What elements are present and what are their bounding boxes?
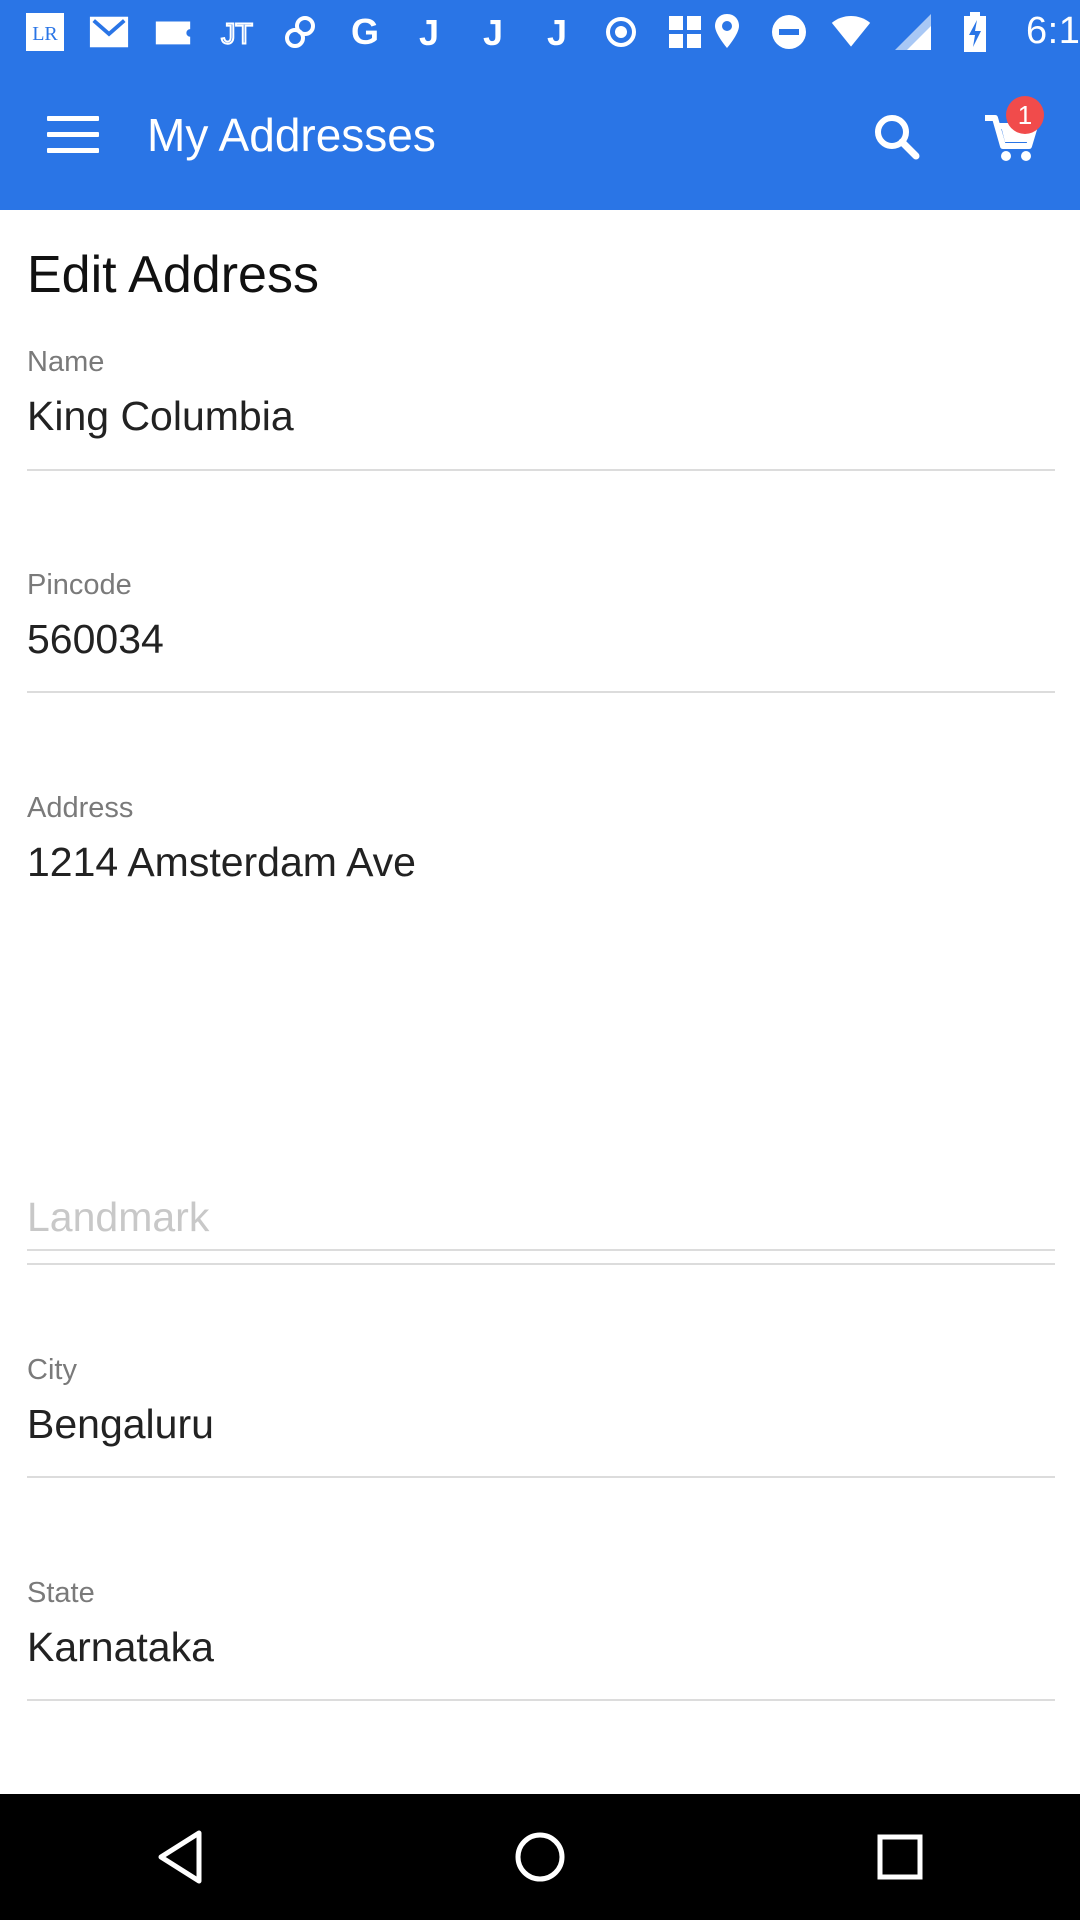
search-icon [875, 115, 920, 160]
landmark-underline [27, 1263, 1055, 1265]
system-icons: 6:11 [706, 10, 1080, 53]
system-nav-bar [0, 1794, 1080, 1920]
jt-icon: JT [216, 11, 258, 53]
state-field[interactable]: State Karnataka [27, 1577, 1055, 1701]
pincode-input[interactable]: 560034 [27, 616, 1055, 663]
wifi-icon [830, 11, 872, 53]
link-icon [280, 11, 322, 53]
city-input[interactable]: Bengaluru [27, 1401, 1055, 1448]
grid-icon [664, 11, 706, 53]
address-input[interactable]: 1214 Amsterdam Ave [27, 839, 1055, 886]
section-title: Edit Address [27, 246, 319, 304]
pincode-label: Pincode [27, 569, 132, 601]
svg-text:J: J [419, 12, 439, 52]
name-field[interactable]: Name King Columbia [27, 346, 1055, 471]
clock: 6:11 [1026, 10, 1080, 52]
recents-icon [877, 1834, 923, 1880]
state-label: State [27, 1577, 95, 1609]
j-icon: J [408, 11, 450, 53]
ticket-icon [152, 11, 194, 53]
state-underline [27, 1699, 1055, 1701]
landmark-field[interactable]: Landmark [27, 1180, 1055, 1270]
svg-text:G: G [351, 12, 379, 52]
search-button[interactable] [870, 110, 924, 164]
recents-button[interactable] [855, 1812, 945, 1902]
state-input[interactable]: Karnataka [27, 1624, 1055, 1671]
city-field[interactable]: City Bengaluru [27, 1354, 1055, 1478]
svg-text:J: J [483, 12, 503, 52]
back-button[interactable] [135, 1812, 225, 1902]
home-icon [515, 1832, 565, 1882]
name-label: Name [27, 346, 105, 378]
svg-text:LR: LR [32, 23, 58, 45]
cart-count-badge: 1 [1006, 96, 1044, 134]
svg-text:J: J [547, 12, 567, 52]
signal-icon [892, 11, 934, 53]
menu-button[interactable] [47, 116, 99, 156]
do-not-disturb-icon [768, 11, 810, 53]
gmail-icon [88, 11, 130, 53]
name-underline [27, 469, 1055, 471]
menu-icon [47, 116, 99, 121]
name-input[interactable]: King Columbia [27, 393, 1055, 440]
battery-charging-icon [954, 11, 996, 53]
city-label: City [27, 1354, 77, 1386]
back-icon [158, 1830, 202, 1884]
pincode-field[interactable]: Pincode 560034 [27, 569, 1055, 693]
address-label: Address [27, 792, 134, 824]
j-icon: J [472, 11, 514, 53]
edit-address-form: Edit Address Name King Columbia Pincode … [0, 210, 1080, 1794]
city-underline [27, 1476, 1055, 1478]
lr-icon: LR [24, 11, 66, 53]
pincode-underline [27, 691, 1055, 693]
landmark-input[interactable]: Landmark [27, 1194, 1055, 1241]
location-icon [706, 11, 748, 53]
google-icon: G [344, 11, 386, 53]
page-title: My Addresses [147, 109, 436, 161]
svg-text:JT: JT [221, 18, 253, 50]
j-icon: J [536, 11, 578, 53]
address-field[interactable]: Address 1214 Amsterdam Ave [27, 792, 1055, 1251]
home-button[interactable] [495, 1812, 585, 1902]
app-bar: My Addresses [0, 63, 1080, 210]
notification-icons: LR JT G J J J [24, 11, 706, 53]
status-bar: LR JT G J J J 6:1 [0, 0, 1080, 63]
record-icon [600, 11, 642, 53]
